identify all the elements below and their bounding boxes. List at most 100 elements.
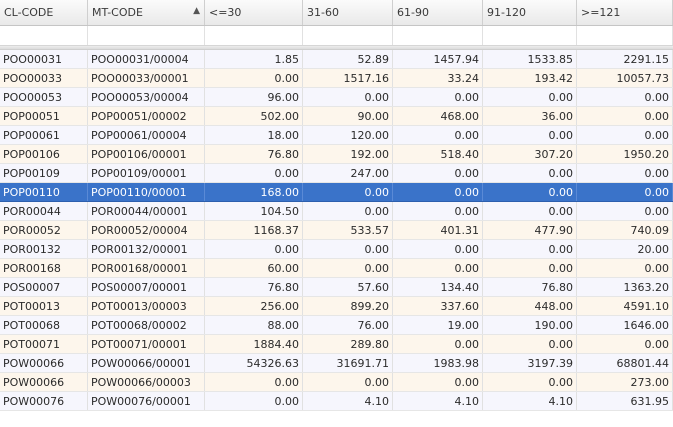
filter-cell[interactable] (205, 26, 303, 45)
table-cell[interactable]: 0.00 (483, 259, 577, 277)
table-cell[interactable]: 10057.73 (577, 69, 673, 87)
table-cell[interactable]: POT00013/00003 (88, 297, 205, 315)
filter-cell[interactable] (577, 26, 673, 45)
table-cell[interactable]: 0.00 (577, 259, 673, 277)
table-cell[interactable]: 0.00 (393, 126, 483, 144)
table-cell[interactable]: POW00066/00003 (88, 373, 205, 391)
table-cell[interactable]: 1.85 (205, 50, 303, 68)
table-cell[interactable]: 1363.20 (577, 278, 673, 296)
table-row[interactable]: POR00132 POR00132/00001 0.00 0.00 0.00 0.00 20… (0, 240, 673, 259)
table-cell[interactable]: 193.42 (483, 69, 577, 87)
table-cell[interactable]: POS00007 (0, 278, 88, 296)
table-cell[interactable]: 120.00 (303, 126, 393, 144)
table-cell[interactable]: 0.00 (205, 392, 303, 410)
table-cell[interactable]: 36.00 (483, 107, 577, 125)
table-cell[interactable]: 0.00 (483, 240, 577, 258)
table-cell[interactable]: POP00106 (0, 145, 88, 163)
column-header-mt-code[interactable]: MT-CODE ▲ (88, 0, 205, 25)
table-cell[interactable]: 448.00 (483, 297, 577, 315)
column-header-121-plus[interactable]: >=121 (577, 0, 673, 25)
table-cell[interactable]: 0.00 (393, 259, 483, 277)
table-cell[interactable]: POR00168 (0, 259, 88, 277)
table-cell[interactable]: 54326.63 (205, 354, 303, 372)
table-cell[interactable]: POW00066/00001 (88, 354, 205, 372)
table-cell[interactable]: 0.00 (303, 183, 393, 201)
table-cell[interactable]: 76.80 (205, 145, 303, 163)
table-cell[interactable]: POO00033 (0, 69, 88, 87)
table-cell[interactable]: 3197.39 (483, 354, 577, 372)
table-cell[interactable]: 533.57 (303, 221, 393, 239)
table-cell[interactable]: 1884.40 (205, 335, 303, 353)
table-cell[interactable]: POR00132/00001 (88, 240, 205, 258)
table-cell[interactable]: 0.00 (483, 335, 577, 353)
table-cell[interactable]: POO00053/00004 (88, 88, 205, 106)
table-cell[interactable]: 631.95 (577, 392, 673, 410)
table-cell[interactable]: POP00061 (0, 126, 88, 144)
table-cell[interactable]: 0.00 (393, 88, 483, 106)
table-cell[interactable]: 0.00 (393, 183, 483, 201)
table-cell[interactable]: 1533.85 (483, 50, 577, 68)
table-cell[interactable]: POP00061/00004 (88, 126, 205, 144)
table-cell[interactable]: 0.00 (577, 183, 673, 201)
table-cell[interactable]: 4.10 (483, 392, 577, 410)
table-cell[interactable]: 88.00 (205, 316, 303, 334)
table-cell[interactable]: 0.00 (205, 164, 303, 182)
column-header-0-30[interactable]: <=30 (205, 0, 303, 25)
table-cell[interactable]: 0.00 (483, 88, 577, 106)
table-cell[interactable]: 20.00 (577, 240, 673, 258)
table-cell[interactable]: 1646.00 (577, 316, 673, 334)
table-cell[interactable]: 76.00 (303, 316, 393, 334)
table-row[interactable]: POP00110 POP00110/00001 168.00 0.00 0.00 0.00… (0, 183, 673, 202)
table-cell[interactable]: POS00007/00001 (88, 278, 205, 296)
column-header-cl-code[interactable]: CL-CODE (0, 0, 88, 25)
table-cell[interactable]: 19.00 (393, 316, 483, 334)
table-cell[interactable]: POW00076/00001 (88, 392, 205, 410)
table-cell[interactable]: 1517.16 (303, 69, 393, 87)
table-cell[interactable]: 0.00 (303, 373, 393, 391)
table-cell[interactable]: 104.50 (205, 202, 303, 220)
table-cell[interactable]: POW00066 (0, 354, 88, 372)
table-cell[interactable]: 4.10 (393, 392, 483, 410)
table-cell[interactable]: POP00110/00001 (88, 183, 205, 201)
filter-cell[interactable] (303, 26, 393, 45)
column-header-91-120[interactable]: 91-120 (483, 0, 577, 25)
table-row[interactable]: POT00068 POT00068/00002 88.00 76.00 19.00 190… (0, 316, 673, 335)
table-cell[interactable]: 190.00 (483, 316, 577, 334)
table-cell[interactable]: 0.00 (393, 240, 483, 258)
filter-cell[interactable] (393, 26, 483, 45)
table-cell[interactable]: 134.40 (393, 278, 483, 296)
table-cell[interactable]: 52.89 (303, 50, 393, 68)
table-cell[interactable]: POP00109/00001 (88, 164, 205, 182)
table-cell[interactable]: POR00132 (0, 240, 88, 258)
table-cell[interactable]: 0.00 (577, 107, 673, 125)
table-row[interactable]: POO00031 POO00031/00004 1.85 52.89 1457.94 15… (0, 50, 673, 69)
filter-cell[interactable] (483, 26, 577, 45)
table-cell[interactable]: POP00106/00001 (88, 145, 205, 163)
table-cell[interactable]: 740.09 (577, 221, 673, 239)
table-cell[interactable]: 1950.20 (577, 145, 673, 163)
table-row[interactable]: POT00071 POT00071/00001 1884.40 289.80 0.00 0… (0, 335, 673, 354)
table-cell[interactable]: 60.00 (205, 259, 303, 277)
table-cell[interactable]: 57.60 (303, 278, 393, 296)
table-cell[interactable]: POP00051/00002 (88, 107, 205, 125)
table-cell[interactable]: 31691.71 (303, 354, 393, 372)
table-cell[interactable]: 0.00 (577, 335, 673, 353)
table-cell[interactable]: 76.80 (205, 278, 303, 296)
table-cell[interactable]: 0.00 (483, 183, 577, 201)
table-row[interactable]: POO00033 POO00033/00001 0.00 1517.16 33.24 19… (0, 69, 673, 88)
table-cell[interactable]: POR00044 (0, 202, 88, 220)
table-cell[interactable]: 502.00 (205, 107, 303, 125)
table-cell[interactable]: 168.00 (205, 183, 303, 201)
table-cell[interactable]: 0.00 (483, 373, 577, 391)
table-cell[interactable]: POR00052/00004 (88, 221, 205, 239)
table-cell[interactable]: 0.00 (393, 335, 483, 353)
table-cell[interactable]: POO00031 (0, 50, 88, 68)
table-row[interactable]: POS00007 POS00007/00001 76.80 57.60 134.40 76… (0, 278, 673, 297)
column-header-31-60[interactable]: 31-60 (303, 0, 393, 25)
table-cell[interactable]: 247.00 (303, 164, 393, 182)
table-cell[interactable]: POT00071/00001 (88, 335, 205, 353)
table-cell[interactable]: POR00052 (0, 221, 88, 239)
table-cell[interactable]: 0.00 (205, 69, 303, 87)
table-cell[interactable]: 0.00 (577, 126, 673, 144)
table-cell[interactable]: 468.00 (393, 107, 483, 125)
